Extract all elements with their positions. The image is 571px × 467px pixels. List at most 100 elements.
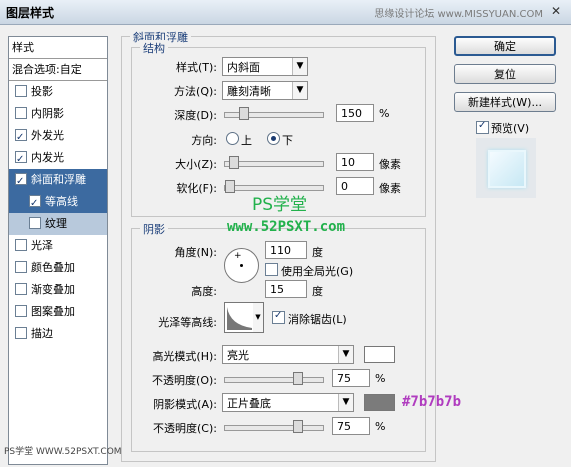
gloss-contour-picker[interactable]: [224, 302, 255, 333]
style-item[interactable]: 纹理: [9, 213, 107, 235]
style-item[interactable]: 外发光: [9, 125, 107, 149]
shading-group: 阴影 角度(N): + 110 度 使用全局光(G) 高度: 15 度 光泽等高…: [131, 221, 426, 452]
reset-button[interactable]: 复位: [454, 64, 556, 84]
style-item-checkbox[interactable]: [15, 239, 27, 251]
style-item[interactable]: 图案叠加: [9, 301, 107, 323]
styles-header[interactable]: 样式: [9, 37, 107, 59]
chevron-down-icon: ▼: [338, 346, 353, 363]
altitude-input[interactable]: 15: [265, 280, 307, 298]
style-item-label: 光泽: [31, 239, 53, 252]
style-item-label: 等高线: [45, 195, 78, 208]
style-item[interactable]: 内阴影: [9, 103, 107, 125]
opacity2-slider-thumb[interactable]: [292, 420, 303, 433]
style-item-checkbox[interactable]: [15, 327, 27, 339]
style-item[interactable]: 斜面和浮雕: [9, 169, 107, 193]
shadow-color-annotation: #7b7b7b: [402, 394, 462, 410]
style-item[interactable]: 渐变叠加: [9, 279, 107, 301]
preview-swatch: [488, 150, 526, 188]
shading-title: 阴影: [140, 221, 168, 237]
direction-label: 方向:: [191, 134, 217, 147]
global-light-checkbox[interactable]: [265, 263, 278, 276]
style-item-checkbox[interactable]: [15, 85, 27, 97]
watermark-url: www.52PSXT.com: [227, 219, 346, 235]
size-slider-thumb[interactable]: [228, 156, 239, 169]
opacity1-input[interactable]: 75: [332, 369, 370, 387]
highlight-mode-label: 高光模式(H):: [152, 350, 217, 363]
ok-button[interactable]: 确定: [454, 36, 556, 56]
highlight-color-swatch[interactable]: [364, 346, 395, 363]
structure-title: 结构: [140, 40, 168, 56]
style-item[interactable]: 投影: [9, 81, 107, 103]
preview-checkbox[interactable]: [476, 120, 489, 134]
direction-down-label: 下: [282, 134, 293, 147]
altitude-unit: 度: [312, 285, 323, 298]
shadow-mode-select[interactable]: 正片叠底 ▼: [222, 393, 354, 412]
antialias-checkbox[interactable]: [272, 310, 285, 324]
opacity1-slider[interactable]: [224, 372, 324, 385]
depth-input[interactable]: 150: [336, 104, 374, 122]
new-style-button[interactable]: 新建样式(W)...: [454, 92, 556, 112]
size-slider[interactable]: [224, 156, 324, 169]
style-item-label: 纹理: [45, 217, 67, 230]
technique-select[interactable]: 雕刻清晰 ▼: [222, 81, 308, 100]
highlight-mode-value: 亮光: [227, 349, 249, 362]
depth-slider-thumb[interactable]: [238, 107, 249, 120]
watermark-bottom: PS学堂 WWW.52PSXT.COM: [4, 447, 122, 457]
title-bar: 图层样式 思缘设计论坛 www.MISSYUAN.COM ✕: [0, 0, 571, 25]
soften-label: 软化(F):: [176, 182, 217, 195]
style-item-label: 斜面和浮雕: [31, 173, 86, 186]
style-item-label: 渐变叠加: [31, 283, 75, 296]
direction-down-radio[interactable]: [267, 132, 280, 145]
opacity1-slider-thumb[interactable]: [292, 372, 303, 385]
highlight-mode-select[interactable]: 亮光 ▼: [222, 345, 354, 364]
style-item[interactable]: 光泽: [9, 235, 107, 257]
close-icon[interactable]: ✕: [549, 4, 563, 18]
style-item-checkbox[interactable]: [15, 107, 27, 119]
size-label: 大小(Z):: [175, 158, 217, 171]
depth-unit: %: [379, 107, 390, 120]
opacity2-input[interactable]: 75: [332, 417, 370, 435]
style-item-label: 描边: [31, 327, 53, 340]
soften-input[interactable]: 0: [336, 177, 374, 195]
depth-label: 深度(D):: [174, 109, 217, 122]
style-item-checkbox[interactable]: [15, 127, 27, 149]
shadow-color-swatch[interactable]: [364, 394, 395, 411]
angle-dial[interactable]: +: [224, 248, 259, 283]
preview-thumbnail: [476, 138, 536, 198]
chevron-down-icon[interactable]: ▼: [253, 302, 264, 333]
direction-up-label: 上: [241, 134, 252, 147]
style-item-label: 内发光: [31, 151, 64, 164]
depth-slider[interactable]: [224, 107, 324, 120]
style-item-checkbox[interactable]: [29, 217, 41, 229]
opacity2-label: 不透明度(C):: [153, 422, 217, 435]
watermark-ps: PS学堂: [252, 195, 308, 215]
style-select[interactable]: 内斜面 ▼: [222, 57, 308, 76]
style-item-label: 外发光: [31, 129, 64, 142]
style-item-checkbox[interactable]: [15, 171, 27, 193]
style-item-label: 颜色叠加: [31, 261, 75, 274]
soften-unit: 像素: [379, 182, 401, 195]
style-item-label: 内阴影: [31, 107, 64, 120]
style-item[interactable]: 等高线: [9, 191, 107, 215]
style-item-checkbox[interactable]: [15, 261, 27, 273]
soften-slider-thumb[interactable]: [225, 180, 235, 193]
opacity1-unit: %: [375, 372, 386, 385]
style-item-checkbox[interactable]: [15, 305, 27, 317]
style-item-checkbox[interactable]: [29, 193, 41, 215]
style-item-checkbox[interactable]: [15, 149, 27, 171]
style-item[interactable]: 颜色叠加: [9, 257, 107, 279]
opacity2-slider[interactable]: [224, 420, 324, 433]
size-input[interactable]: 10: [336, 153, 374, 171]
chevron-down-icon: ▼: [338, 394, 353, 411]
dialog-client: 样式 混合选项:自定 投影内阴影外发光内发光斜面和浮雕等高线纹理光泽颜色叠加渐变…: [0, 25, 571, 467]
opacity2-unit: %: [375, 420, 386, 433]
global-light-label: 使用全局光(G): [281, 265, 354, 278]
shadow-mode-value: 正片叠底: [227, 397, 271, 410]
direction-up-radio[interactable]: [226, 132, 239, 145]
style-item[interactable]: 描边: [9, 323, 107, 345]
style-item[interactable]: 内发光: [9, 147, 107, 171]
technique-value: 雕刻清晰: [227, 85, 271, 98]
blending-options[interactable]: 混合选项:自定: [9, 59, 107, 81]
style-item-checkbox[interactable]: [15, 283, 27, 295]
angle-input[interactable]: 110: [265, 241, 307, 259]
